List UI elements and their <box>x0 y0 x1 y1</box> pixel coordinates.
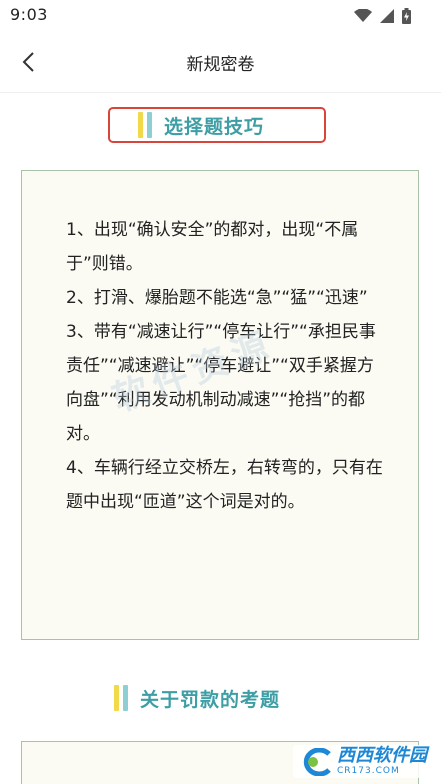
accent-bar-yellow <box>138 112 143 138</box>
tip-paragraph-4: 4、车辆行经立交桥左，右转弯的，只有在题中出现“匝道”这个词是对的。 <box>66 458 383 512</box>
section-heading-text: 选择题技巧 <box>164 115 265 138</box>
status-icons <box>354 7 411 25</box>
section-heading-tips: 选择题技巧 <box>108 107 326 143</box>
logo-name: 西西软件园 <box>337 745 427 766</box>
section-heading-fines: 关于罚款的考题 <box>114 681 280 715</box>
site-logo: 西西软件园 CR173.COM <box>293 745 433 778</box>
battery-charging-icon <box>402 8 411 24</box>
section-heading-text: 关于罚款的考题 <box>140 688 281 711</box>
status-time: 9:03 <box>10 5 48 24</box>
tips-card: 1、出现“确认安全”的都对，出现“不属于”则错。 2、打滑、爆胎题不能选“急”“… <box>21 170 419 640</box>
logo-url: CR173.COM <box>337 766 400 776</box>
wifi-icon <box>354 9 372 22</box>
tip-paragraph-2: 2、打滑、爆胎题不能选“急”“猛”“迅速” <box>66 288 368 308</box>
accent-bar-teal <box>123 685 128 711</box>
signal-icon <box>380 9 394 23</box>
nav-bar: 新规密卷 <box>0 32 441 93</box>
heading-accent-bars <box>114 685 128 711</box>
accent-bar-teal <box>147 112 152 138</box>
logo-text: 西西软件园 CR173.COM <box>337 747 427 776</box>
page-title: 新规密卷 <box>186 55 255 75</box>
tips-text: 1、出现“确认安全”的都对，出现“不属于”则错。 2、打滑、爆胎题不能选“急”“… <box>66 213 384 519</box>
content-scroll-area[interactable]: 选择题技巧 1、出现“确认安全”的都对，出现“不属于”则错。 2、打滑、爆胎题不… <box>0 93 441 784</box>
status-bar: 9:03 <box>0 0 441 32</box>
heading-accent-bars <box>138 112 152 138</box>
accent-bar-yellow <box>114 685 119 711</box>
logo-swirl-icon <box>303 747 331 776</box>
tip-paragraph-1: 1、出现“确认安全”的都对，出现“不属于”则错。 <box>66 220 359 274</box>
tip-paragraph-3: 3、带有“减速让行”“停车让行”“承担民事责任”“减速避让”“停车避让”“双手紧… <box>66 322 376 444</box>
